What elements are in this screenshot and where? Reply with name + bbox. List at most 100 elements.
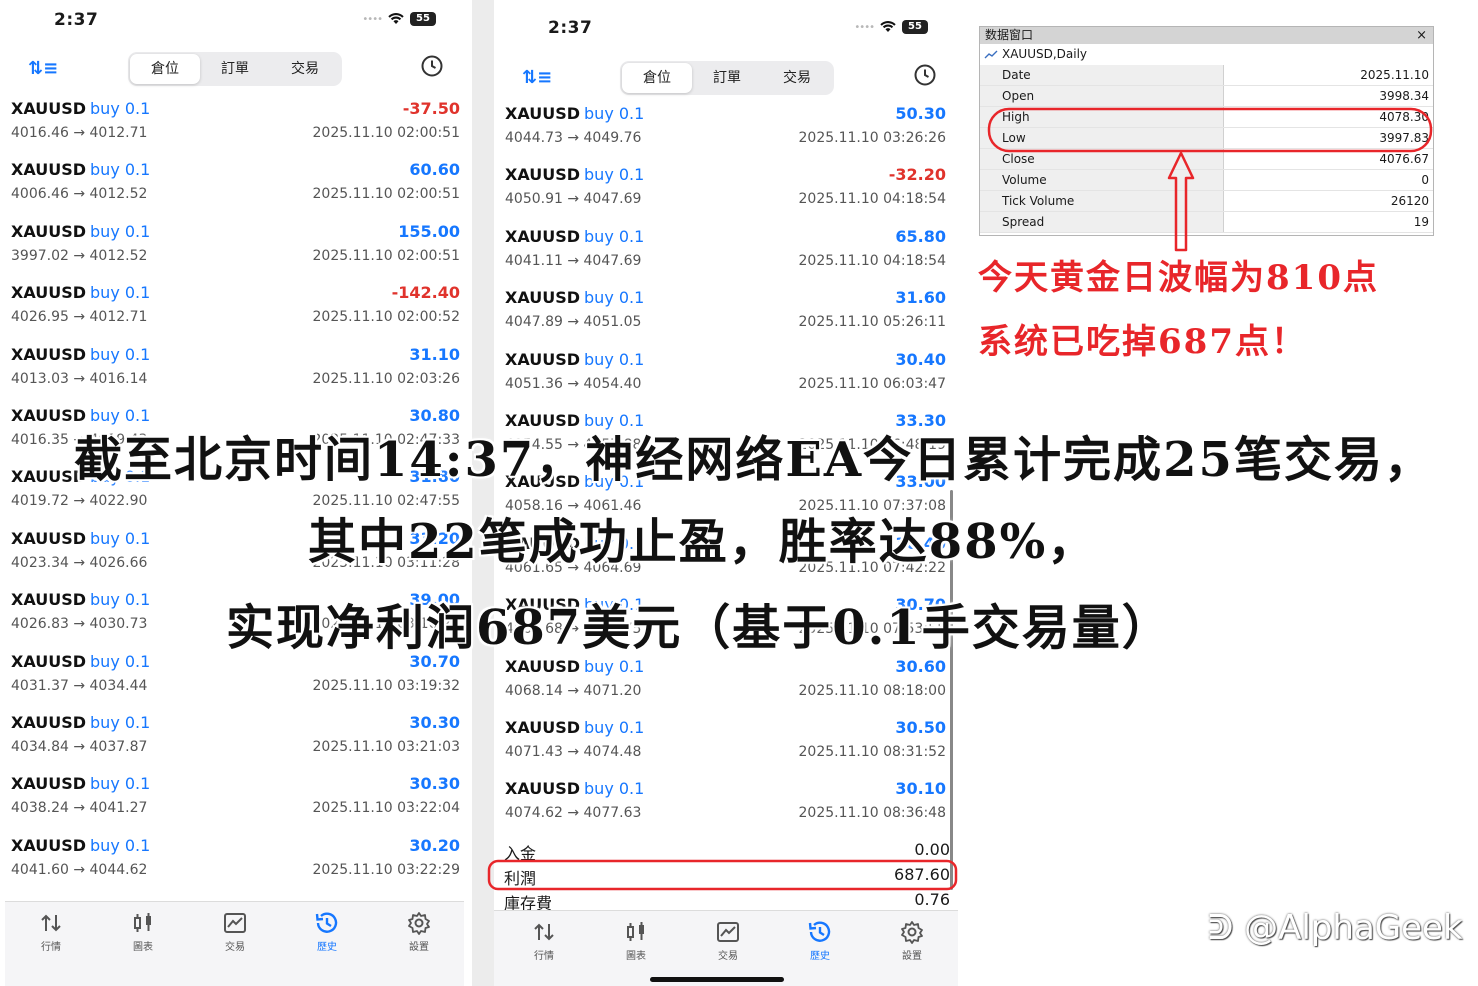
battery-icon: 55: [410, 12, 436, 26]
data-window-row: Spread 19: [980, 212, 1433, 233]
status-time: 2:37: [54, 10, 99, 30]
tab-settings[interactable]: 設置: [882, 919, 942, 962]
row-key: Date: [980, 65, 1224, 85]
row-value: 0: [1421, 173, 1429, 187]
close-icon[interactable]: ×: [1416, 27, 1427, 44]
trade-row[interactable]: XAUUSD buy 0.1 30.20 4041.60 → 4044.62 2025.…: [0, 836, 472, 898]
trade-row[interactable]: XAUUSD buy 0.1 30.30 4038.24 → 4041.27 2025.…: [0, 774, 472, 836]
trade-row[interactable]: XAUUSD buy 0.1 -32.20 4050.91 → 4047.69 2025…: [494, 165, 958, 227]
panel-gap: [958, 0, 966, 986]
trade-profit: -142.40: [391, 283, 460, 303]
clock-icon[interactable]: [420, 54, 444, 78]
trade-prices: 4071.43 → 4074.48: [505, 744, 642, 760]
trade-prices: 4050.91 → 4047.69: [505, 191, 642, 208]
clock-icon[interactable]: [913, 63, 937, 87]
symbol-name: XAUUSD: [505, 165, 581, 185]
trade-symbol: XAUUSD buy 0.1: [505, 657, 644, 676]
bottom-tab-bar: 行情 圖表 交易 歷史 設置: [5, 901, 464, 986]
trade-prices: 4026.95 → 4012.71: [11, 309, 148, 326]
trade-row[interactable]: XAUUSD buy 0.1 30.10 4074.62 → 4077.63 2025.…: [494, 779, 958, 841]
trade-row[interactable]: XAUUSD buy 0.1 -37.50 4016.46 → 4012.71 2025…: [0, 99, 472, 161]
trade-symbol: XAUUSD buy 0.1: [11, 836, 150, 855]
overlay-line-3: 实现净利润687美元（基于0.1手交易量）: [226, 600, 1172, 656]
trade-time: 2025.11.10 06:03:47: [798, 375, 947, 392]
arrows-updown-icon: [21, 910, 81, 936]
status-bar: 2:37 •••• 55: [0, 8, 472, 48]
tab-label: 歷史: [317, 942, 337, 953]
tab-history[interactable]: 歷史: [297, 910, 357, 953]
trade-row[interactable]: XAUUSD buy 0.1 60.60 4006.46 → 4012.52 2025.…: [0, 160, 472, 222]
trade-side: buy 0.1: [90, 160, 151, 180]
trade-profit: 50.30: [895, 104, 946, 123]
trade-side: buy 0.1: [584, 288, 645, 308]
trade-row[interactable]: XAUUSD buy 0.1 -142.40 4026.95 → 4012.71 202…: [0, 283, 472, 345]
sort-icon[interactable]: ⇅≡: [28, 58, 58, 79]
sort-icon[interactable]: ⇅≡: [522, 67, 552, 88]
tab-orders[interactable]: 訂單: [200, 54, 270, 84]
trade-row[interactable]: XAUUSD buy 0.1 155.00 3997.02 → 4012.52 2025…: [0, 222, 472, 284]
trade-row[interactable]: XAUUSD buy 0.1 65.80 4041.11 → 4047.69 2025.…: [494, 227, 958, 289]
tab-chart[interactable]: 圖表: [606, 919, 666, 962]
home-indicator: [650, 977, 784, 982]
data-window-row: Date 2025.11.10: [980, 65, 1433, 86]
summary-value: 0.00: [914, 840, 950, 859]
trade-profit: 31.10: [409, 344, 460, 364]
trade-profit: 31.60: [895, 288, 946, 308]
symbol-name: XAUUSD: [11, 774, 87, 794]
tab-label: 歷史: [810, 951, 830, 962]
symbol-name: XAUUSD: [11, 221, 87, 241]
trade-row[interactable]: XAUUSD buy 0.1 30.40 4051.36 → 4054.40 2025.…: [494, 350, 958, 412]
trade-time: 2025.11.10 08:31:52: [798, 744, 947, 760]
symbol-name: XAUUSD: [11, 528, 87, 548]
tab-label: 交易: [718, 951, 738, 962]
trade-side: buy 0.1: [90, 344, 151, 364]
trade-symbol: XAUUSD buy 0.1: [11, 99, 150, 118]
row-value: 2025.11.10: [1360, 68, 1429, 82]
trade-time: 2025.11.10 03:22:04: [312, 800, 461, 817]
tab-history[interactable]: 歷史: [790, 919, 850, 962]
tab-label: 行情: [534, 951, 554, 962]
trade-row[interactable]: XAUUSD buy 0.1 31.60 4047.89 → 4051.05 2025.…: [494, 288, 958, 350]
trade-profit: 155.00: [398, 221, 460, 241]
trade-symbol: XAUUSD buy 0.1: [505, 718, 644, 737]
trade-side: buy 0.1: [90, 651, 151, 671]
trade-profit: -32.20: [888, 165, 946, 185]
symbol-name: XAUUSD: [11, 713, 87, 732]
trade-row[interactable]: XAUUSD buy 0.1 30.30 4034.84 → 4037.87 2025.…: [0, 713, 472, 775]
data-window-row: Open 3998.34: [980, 86, 1433, 107]
symbol-name: XAUUSD: [11, 344, 87, 364]
trade-row[interactable]: XAUUSD buy 0.1 30.70 4031.37 → 4034.44 2025.…: [0, 652, 472, 714]
trade-symbol: XAUUSD buy 0.1: [505, 227, 644, 246]
symbol-name: XAUUSD: [505, 718, 581, 737]
gear-icon: [882, 919, 942, 945]
row-key: Open: [980, 86, 1224, 106]
status-icons: •••• 55: [362, 12, 436, 26]
trade-time: 2025.11.10 05:26:11: [798, 314, 947, 331]
trade-side: buy 0.1: [90, 713, 151, 732]
tab-quotes[interactable]: 行情: [514, 919, 574, 962]
trade-row[interactable]: XAUUSD buy 0.1 50.30 4044.73 → 4049.76 2025.…: [494, 104, 958, 166]
trade-row[interactable]: XAUUSD buy 0.1 31.10 4013.03 → 4016.14 2025.…: [0, 345, 472, 407]
tab-quotes[interactable]: 行情: [21, 910, 81, 953]
tab-positions[interactable]: 倉位: [622, 63, 692, 93]
trade-prices: 4016.46 → 4012.71: [11, 125, 148, 141]
tab-deals[interactable]: 交易: [270, 54, 340, 84]
trade-side: buy 0.1: [584, 104, 645, 123]
trade-prices: 4006.46 → 4012.52: [11, 186, 148, 203]
tab-settings[interactable]: 設置: [389, 910, 449, 953]
trade-profit: 30.10: [895, 779, 946, 799]
symbol-name: XAUUSD: [505, 656, 581, 676]
tab-orders[interactable]: 訂單: [692, 63, 762, 93]
top-toolbar: ⇅≡ 倉位 訂單 交易: [0, 50, 472, 90]
trade-side: buy 0.1: [90, 528, 151, 548]
tab-deals[interactable]: 交易: [762, 63, 832, 93]
tab-trade[interactable]: 交易: [205, 910, 265, 953]
tab-trade[interactable]: 交易: [698, 919, 758, 962]
trade-row[interactable]: XAUUSD buy 0.1 30.50 4071.43 → 4074.48 2025.…: [494, 718, 958, 780]
trade-symbol: XAUUSD buy 0.1: [505, 779, 644, 798]
trade-row[interactable]: XAUUSD buy 0.1 30.60 4068.14 → 4071.20 2025.…: [494, 657, 958, 719]
tab-positions[interactable]: 倉位: [130, 54, 200, 84]
trade-symbol: XAUUSD buy 0.1: [11, 160, 150, 179]
bottom-tab-bar: 行情 圖表 交易 歷史 設置: [494, 910, 958, 986]
tab-chart[interactable]: 圖表: [113, 910, 173, 953]
